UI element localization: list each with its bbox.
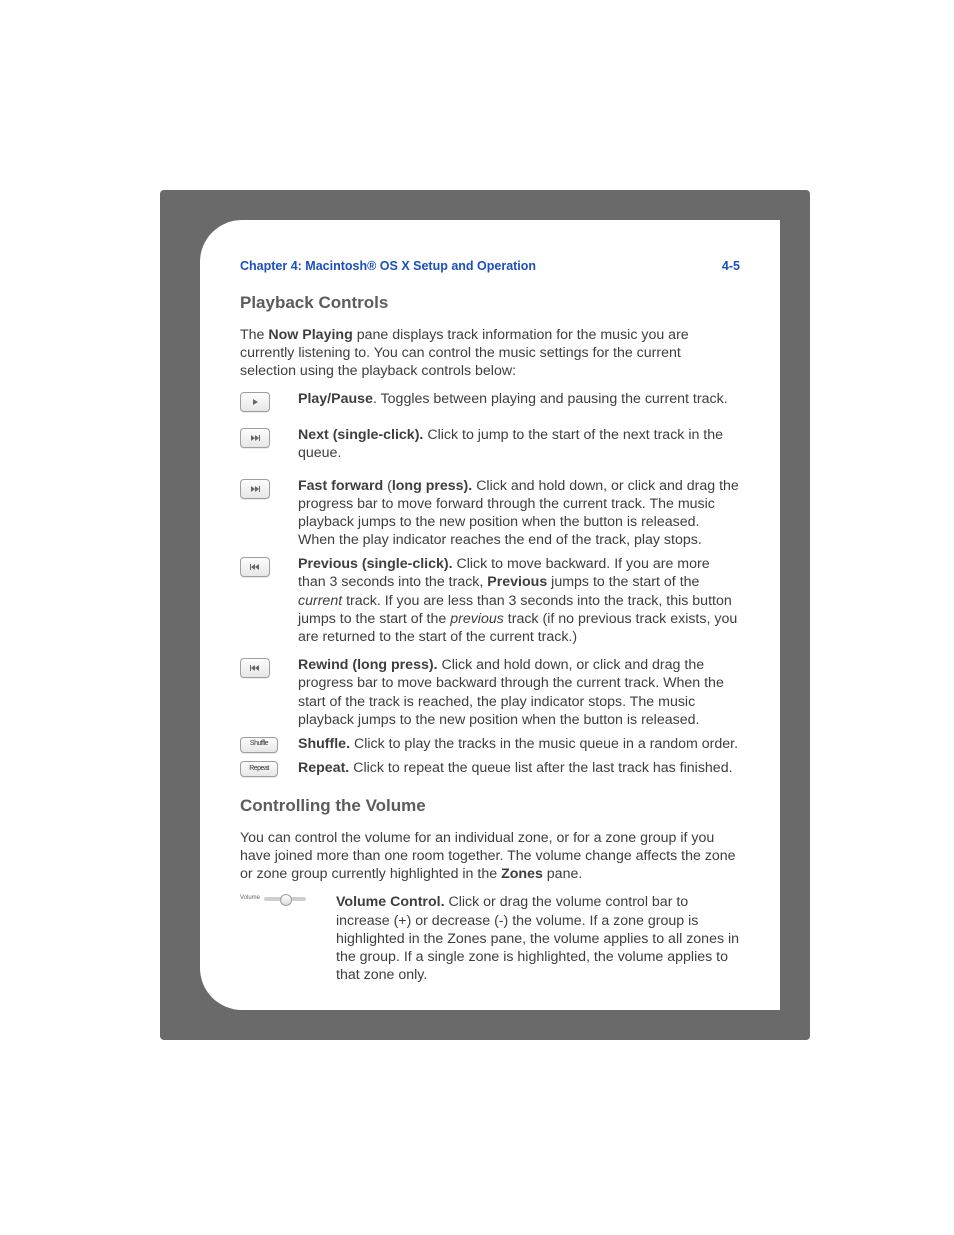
row-shuffle: Shuffle Shuffle. Click to play the track… (240, 735, 740, 753)
row-volume-control: Volume Volume Control. Click or drag the… (240, 893, 740, 984)
row-previous: Previous (single-click). Click to move b… (240, 555, 740, 646)
volume-intro: You can control the volume for an indivi… (240, 829, 740, 884)
play-icon (240, 392, 270, 412)
page-number: 4-5 (722, 258, 740, 274)
next-icon (240, 428, 270, 448)
previous-icon (240, 557, 270, 577)
page-frame: Chapter 4: Macintosh® OS X Setup and Ope… (160, 190, 810, 1040)
document-canvas: Chapter 4: Macintosh® OS X Setup and Ope… (0, 0, 954, 1235)
chapter-title: Chapter 4: Macintosh® OS X Setup and Ope… (240, 258, 536, 274)
page-header: Chapter 4: Macintosh® OS X Setup and Ope… (240, 258, 740, 274)
section-playback-title: Playback Controls (240, 292, 740, 314)
row-next: Next (single-click). Click to jump to th… (240, 426, 740, 462)
row-repeat: Repeat Repeat. Click to repeat the queue… (240, 759, 740, 777)
shuffle-text: Shuffle. Click to play the tracks in the… (298, 735, 740, 753)
previous-text: Previous (single-click). Click to move b… (298, 555, 740, 646)
next-text: Next (single-click). Click to jump to th… (298, 426, 740, 462)
rewind-icon (240, 658, 270, 678)
section-volume-title: Controlling the Volume (240, 795, 740, 817)
repeat-button-icon: Repeat (240, 761, 278, 777)
volume-slider-icon: Volume (240, 895, 306, 903)
play-pause-text: Play/Pause. Toggles between playing and … (298, 390, 740, 408)
fast-forward-icon (240, 479, 270, 499)
fast-forward-text: Fast forward (long press). Click and hol… (298, 477, 740, 550)
rewind-text: Rewind (long press). Click and hold down… (298, 656, 740, 729)
page-content: Chapter 4: Macintosh® OS X Setup and Ope… (200, 220, 780, 1010)
row-fast-forward: Fast forward (long press). Click and hol… (240, 477, 740, 550)
shuffle-button-icon: Shuffle (240, 737, 278, 753)
row-play-pause: Play/Pause. Toggles between playing and … (240, 390, 740, 412)
row-rewind: Rewind (long press). Click and hold down… (240, 656, 740, 729)
repeat-text: Repeat. Click to repeat the queue list a… (298, 759, 740, 777)
volume-control-text: Volume Control. Click or drag the volume… (336, 893, 740, 984)
playback-intro: The Now Playing pane displays track info… (240, 326, 740, 381)
